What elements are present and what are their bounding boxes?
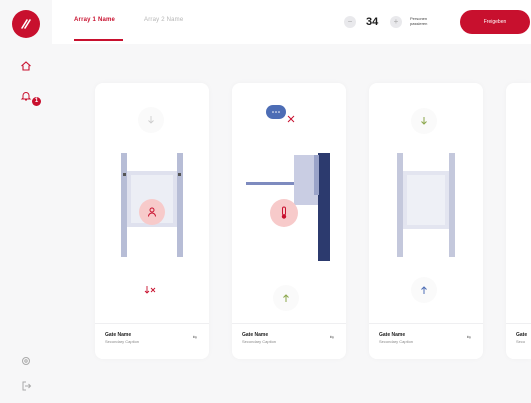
gate-name: Gate Name (105, 332, 132, 338)
direction-out-indicator[interactable] (273, 285, 299, 311)
gate-name: Gate Name (379, 332, 406, 338)
direction-out-indicator[interactable] (138, 278, 162, 302)
gate-card[interactable]: Gate Seco (506, 83, 531, 359)
count-label: Personen passieren (410, 16, 428, 26)
close-icon (287, 115, 295, 123)
turnstile-illustration (397, 153, 455, 257)
logo-mark (21, 19, 31, 29)
gate-name: Gate Name (242, 332, 269, 338)
increment-button[interactable]: + (390, 16, 402, 28)
access-denied-indicator[interactable] (139, 199, 165, 225)
thermometer-icon (281, 206, 287, 219)
arrow-up-icon (421, 286, 427, 294)
settings-icon[interactable] (18, 353, 34, 369)
card-footer: Gate Name Secondary Caption ⇆ (232, 323, 346, 359)
card-footer: Gate Name Secondary Caption ⇆ (369, 323, 483, 359)
gate-card[interactable]: Gate Name Secondary Caption ⇆ (369, 83, 483, 359)
gate-caption: Secondary Caption (379, 339, 414, 344)
person-blocked-icon (148, 207, 156, 217)
person-count: 34 (366, 16, 379, 28)
swap-icon[interactable]: ⇆ (467, 335, 471, 341)
arrow-up-icon (283, 294, 289, 302)
tab-array-2[interactable]: Array 2 Name (144, 17, 183, 23)
home-icon[interactable] (18, 58, 34, 74)
swap-icon[interactable]: ⇆ (330, 335, 334, 341)
notification-badge: 1 (32, 97, 41, 106)
swap-icon[interactable]: ⇆ (193, 335, 197, 341)
release-button[interactable]: Freigeben (460, 10, 530, 34)
direction-in-indicator[interactable] (138, 107, 164, 133)
card-footer: Gate Seco (506, 323, 531, 359)
gate-card[interactable]: Gate Name Secondary Caption ⇆ (95, 83, 209, 359)
logo-icon[interactable] (12, 10, 40, 38)
direction-in-indicator[interactable] (411, 108, 437, 134)
arrow-down-icon (148, 116, 154, 124)
gate-caption: Seco (516, 339, 526, 344)
decrement-button[interactable]: − (344, 16, 356, 28)
gate-card[interactable]: Gate Name Secondary Caption ⇆ (232, 83, 346, 359)
arrow-blocked-icon (144, 286, 156, 294)
direction-out-indicator[interactable] (411, 277, 437, 303)
gate-caption: Secondary Caption (105, 339, 140, 344)
sidebar: 1 (0, 0, 52, 403)
alarm-indicator[interactable] (270, 199, 298, 227)
gate-name: Gate (516, 332, 528, 338)
tab-array-1[interactable]: Array 1 Name (74, 17, 115, 23)
card-footer: Gate Name Secondary Caption ⇆ (95, 323, 209, 359)
logout-icon[interactable] (18, 378, 34, 394)
gate-caption: Secondary Caption (242, 339, 277, 344)
top-bar: Array 1 Name Array 2 Name − 34 + Persone… (52, 0, 531, 44)
chat-bubble-icon (266, 105, 286, 119)
arrow-down-icon (421, 117, 427, 125)
active-tab-indicator (74, 39, 123, 41)
